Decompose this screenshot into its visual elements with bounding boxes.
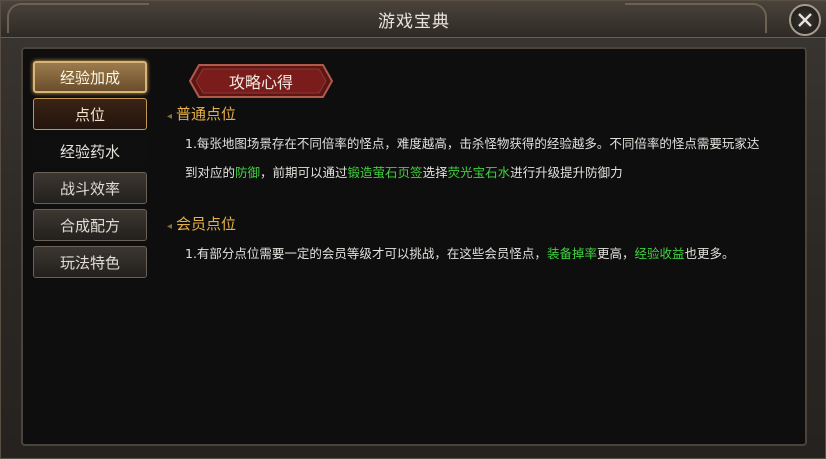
game-guide-window: 游戏宝典 经验加成 点位 经验药水 战斗效率 合成配方 玩法特色 攻略心得 ◂ … <box>0 0 826 459</box>
close-button[interactable] <box>789 4 821 36</box>
sidebar-item-label: 点位 <box>74 105 105 124</box>
sidebar-item-label: 战斗效率 <box>59 179 120 198</box>
sidebar: 经验加成 点位 经验药水 战斗效率 合成配方 玩法特色 <box>33 61 149 283</box>
close-icon <box>798 13 812 27</box>
section-paragraph: 1.有部分点位需要一定的会员等级才可以挑战，在这些会员怪点，装备掉率更高，经验收… <box>185 239 799 268</box>
section-title-normal-spots: ◂ 普通点位 <box>167 105 237 123</box>
highlight-text: 荧光宝石水 <box>447 165 511 180</box>
paragraph-line: 到对应的防御，前期可以通过锻造萤石页签选择荧光宝石水进行升级提升防御力 <box>185 165 623 180</box>
paragraph-line: 1.每张地图场景存在不同倍率的怪点，难度越高，击杀怪物获得的经验越多。不同倍率的… <box>185 136 760 151</box>
highlight-text: 防御 <box>235 165 261 180</box>
sidebar-item-crafting-recipes[interactable]: 合成配方 <box>33 209 147 241</box>
title-bar: 游戏宝典 <box>1 1 826 38</box>
sidebar-item-label: 玩法特色 <box>59 253 120 272</box>
sidebar-item-label: 经验加成 <box>59 68 120 87</box>
sidebar-item-exp-bonus[interactable]: 经验加成 <box>33 61 147 93</box>
content-panel: 经验加成 点位 经验药水 战斗效率 合成配方 玩法特色 攻略心得 ◂ 普通点位 … <box>21 47 807 446</box>
bullet-icon: ◂ <box>167 221 173 232</box>
window-title: 游戏宝典 <box>378 12 450 32</box>
highlight-text: 装备掉率 <box>546 246 597 261</box>
sidebar-item-label: 经验药水 <box>59 142 120 161</box>
highlight-text: 锻造萤石页签 <box>347 165 423 180</box>
sidebar-item-label: 合成配方 <box>59 216 120 235</box>
tips-banner: 攻略心得 <box>189 63 333 99</box>
banner-label: 攻略心得 <box>228 73 293 92</box>
sidebar-item-exp-potion[interactable]: 经验药水 <box>33 135 147 167</box>
paragraph-line: 1.有部分点位需要一定的会员等级才可以挑战，在这些会员怪点，装备掉率更高，经验收… <box>185 246 735 261</box>
bullet-icon: ◂ <box>167 111 173 122</box>
section-title-member-spots: ◂ 会员点位 <box>167 215 237 233</box>
sidebar-item-spots[interactable]: 点位 <box>33 98 147 130</box>
sidebar-item-gameplay-features[interactable]: 玩法特色 <box>33 246 147 278</box>
sidebar-item-combat-efficiency[interactable]: 战斗效率 <box>33 172 147 204</box>
section-paragraph: 1.每张地图场景存在不同倍率的怪点，难度越高，击杀怪物获得的经验越多。不同倍率的… <box>185 129 799 187</box>
highlight-text: 经验收益 <box>634 246 685 261</box>
